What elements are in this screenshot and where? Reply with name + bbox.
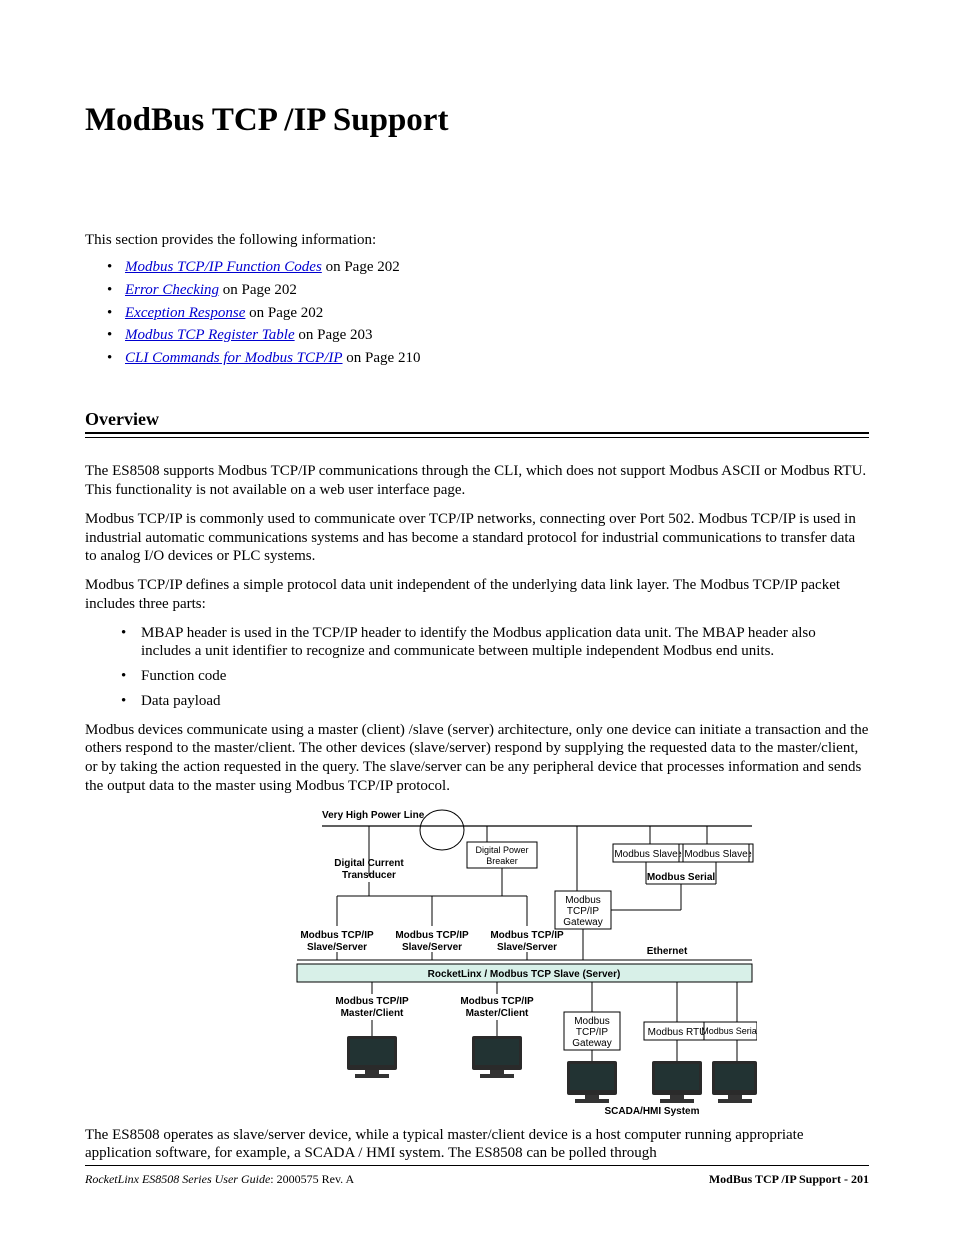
overview-bullet: Data payload: [141, 692, 869, 711]
toc-link-exception-response[interactable]: Exception Response: [125, 305, 245, 321]
overview-body: The ES8508 supports Modbus TCP/IP commun…: [85, 462, 869, 1163]
footer-guide-name: RocketLinx ES8508 Series User Guide: [85, 1172, 270, 1186]
svg-text:Slave/Server: Slave/Server: [402, 942, 462, 953]
svg-text:Modbus Slave: Modbus Slave: [684, 849, 748, 860]
toc-item: Exception Response on Page 202: [125, 304, 869, 323]
overview-p1: The ES8508 supports Modbus TCP/IP commun…: [85, 462, 869, 500]
overview-p4: Modbus devices communicate using a maste…: [85, 721, 869, 796]
diagram-label-transducer-l1: Digital Current: [334, 858, 404, 869]
diagram-label-rocketlinx: RocketLinx / Modbus TCP Slave (Server): [428, 969, 621, 980]
diagram-label-transducer-l2: Transducer: [342, 870, 396, 881]
svg-text:TCP/IP: TCP/IP: [567, 906, 600, 917]
monitor-icon: [712, 1061, 757, 1103]
svg-text:Modbus TCP/IP: Modbus TCP/IP: [460, 996, 534, 1007]
overview-bullet: MBAP header is used in the TCP/IP header…: [141, 624, 869, 662]
diagram-label-modbus-rtu: Modbus RTU: [648, 1027, 707, 1038]
overview-p5: The ES8508 operates as slave/server devi…: [85, 1126, 869, 1164]
footer-rule: [85, 1165, 869, 1166]
overview-bullet: Function code: [141, 667, 869, 686]
svg-text:Modbus TCP/IP: Modbus TCP/IP: [300, 930, 374, 941]
monitor-icon: [347, 1036, 397, 1078]
svg-text:Modbus TCP/IP: Modbus TCP/IP: [395, 930, 469, 941]
diagram-label-ethernet: Ethernet: [647, 946, 688, 957]
svg-text:Modbus: Modbus: [574, 1016, 610, 1027]
svg-text:Slave/Server: Slave/Server: [497, 942, 557, 953]
toc-item: CLI Commands for Modbus TCP/IP on Page 2…: [125, 349, 869, 368]
toc-link-function-codes[interactable]: Modbus TCP/IP Function Codes: [125, 259, 322, 275]
toc-list: Modbus TCP/IP Function Codes on Page 202…: [85, 258, 869, 368]
footer-left: RocketLinx ES8508 Series User Guide: 200…: [85, 1172, 354, 1187]
toc-suffix: on Page 202: [322, 259, 400, 275]
toc-link-cli-commands[interactable]: CLI Commands for Modbus TCP/IP: [125, 350, 343, 366]
svg-text:Master/Client: Master/Client: [341, 1008, 404, 1019]
page-title: ModBus TCP /IP Support: [85, 100, 869, 141]
svg-text:Modbus TCP/IP: Modbus TCP/IP: [490, 930, 564, 941]
svg-text:Modbus Slave: Modbus Slave: [614, 849, 678, 860]
monitor-icon: [472, 1036, 522, 1078]
svg-text:Modbus: Modbus: [565, 895, 601, 906]
toc-suffix: on Page 203: [295, 327, 373, 343]
toc-link-error-checking[interactable]: Error Checking: [125, 282, 219, 298]
svg-text:Gateway: Gateway: [563, 917, 602, 928]
page-footer: RocketLinx ES8508 Series User Guide: 200…: [85, 1165, 869, 1187]
diagram-label-modbus-serial: Modbus Serial: [701, 1026, 757, 1036]
monitor-icon: [652, 1061, 702, 1103]
architecture-diagram: Very High Power Line Digital Power Break…: [197, 806, 757, 1116]
monitor-icon: [567, 1061, 617, 1103]
toc-item: Error Checking on Page 202: [125, 281, 869, 300]
diagram-label-breaker-l1: Digital Power: [475, 845, 528, 855]
diagram-label-breaker-l2: Breaker: [486, 856, 518, 866]
svg-text:Modbus TCP/IP: Modbus TCP/IP: [335, 996, 409, 1007]
diagram-label-power-line: Very High Power Line: [322, 810, 425, 821]
svg-text:Slave/Server: Slave/Server: [307, 942, 367, 953]
footer-right: ModBus TCP /IP Support - 201: [709, 1172, 869, 1187]
svg-text:TCP/IP: TCP/IP: [576, 1027, 609, 1038]
overview-p3: Modbus TCP/IP defines a simple protocol …: [85, 576, 869, 614]
footer-revision: : 2000575 Rev. A: [270, 1172, 354, 1186]
diagram-label-modbus-serial: Modbus Serial: [647, 872, 716, 883]
toc-link-register-table[interactable]: Modbus TCP Register Table: [125, 327, 295, 343]
svg-text:Master/Client: Master/Client: [466, 1008, 529, 1019]
section-rule: [85, 432, 869, 438]
svg-text:Gateway: Gateway: [572, 1038, 611, 1049]
toc-suffix: on Page 202: [219, 282, 297, 298]
toc-item: Modbus TCP/IP Function Codes on Page 202: [125, 258, 869, 277]
intro-text: This section provides the following info…: [85, 231, 869, 250]
toc-item: Modbus TCP Register Table on Page 203: [125, 326, 869, 345]
toc-suffix: on Page 202: [245, 305, 323, 321]
overview-heading: Overview: [85, 408, 869, 431]
diagram-label-scada: SCADA/HMI System: [604, 1106, 699, 1116]
overview-bullets: MBAP header is used in the TCP/IP header…: [85, 624, 869, 711]
toc-suffix: on Page 210: [343, 350, 421, 366]
overview-p2: Modbus TCP/IP is commonly used to commun…: [85, 510, 869, 566]
